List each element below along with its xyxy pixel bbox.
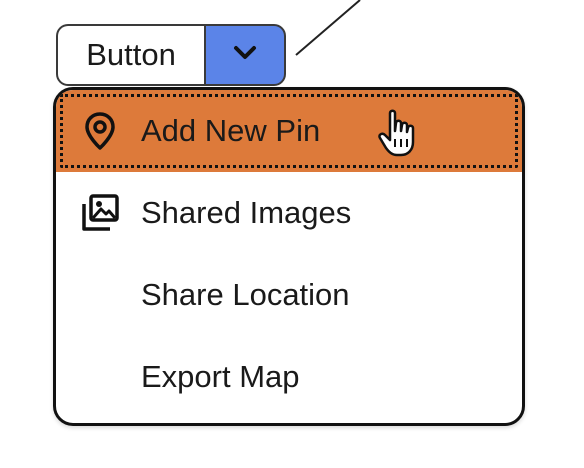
menu-item-label: Share Location [141,277,350,312]
menu-item-label: Export Map [141,359,300,394]
split-button-label: Button [86,37,176,72]
split-button: Button [56,24,286,86]
menu-item-export-map[interactable]: Export Map [56,336,522,418]
menu-item-add-new-pin[interactable]: Add New Pin [56,90,522,172]
dropdown-menu: Add New Pin Shared Images Share Location… [53,87,525,426]
split-button-arrow[interactable] [204,24,286,86]
chevron-down-icon [232,44,258,67]
map-pin-icon [78,109,122,153]
menu-item-label: Shared Images [141,195,352,230]
hand-pointer-icon [378,109,422,159]
menu-item-label: Add New Pin [141,113,321,148]
menu-item-shared-images[interactable]: Shared Images [56,172,522,254]
menu-item-share-location[interactable]: Share Location [56,254,522,336]
split-button-main[interactable]: Button [56,24,204,86]
images-icon [78,191,122,235]
